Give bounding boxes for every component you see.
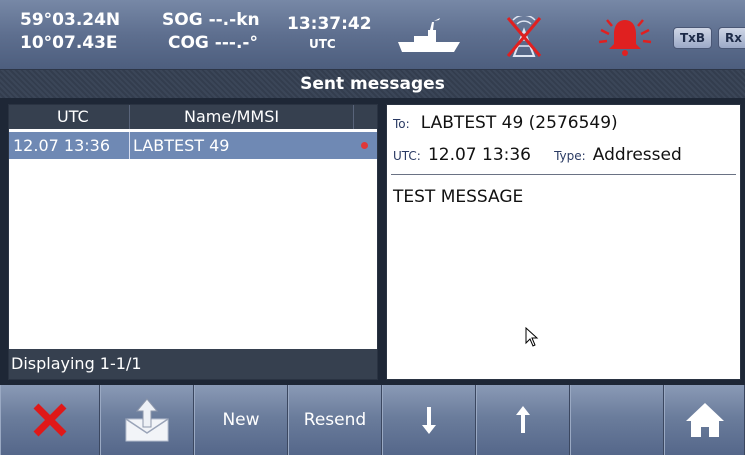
scroll-up-button[interactable] [476, 385, 570, 455]
detail-divider [391, 174, 736, 175]
type-value: Addressed [592, 145, 682, 165]
utc-line: UTC: 12.07 13:36 Type: Addressed [393, 145, 682, 165]
column-header-utc[interactable]: UTC [57, 107, 89, 126]
cog-readout: COG ---.-° [168, 33, 258, 53]
home-icon [685, 403, 724, 437]
outbox-button[interactable] [100, 385, 194, 455]
message-list: UTC Name/MMSI 12.07 13:36 LABTEST 49 Dis… [8, 104, 378, 380]
sog-readout: SOG --.-kn [162, 10, 260, 30]
message-body: TEST MESSAGE [393, 187, 524, 207]
bottom-toolbar: New Resend [0, 385, 745, 455]
to-value: LABTEST 49 (2576549) [420, 113, 618, 133]
message-detail: To: LABTEST 49 (2576549) UTC: 12.07 13:3… [386, 104, 741, 380]
utc-label: UTC: [393, 149, 421, 163]
delete-x-icon [33, 403, 67, 437]
status-bar: 59°03.24N 10°07.43E SOG --.-kn COG ---.-… [0, 0, 745, 70]
rx-indicator: Rx [718, 27, 745, 49]
mouse-cursor-icon [525, 327, 539, 347]
clock-timezone: UTC [309, 37, 336, 51]
ship-icon [398, 18, 460, 52]
empty-toolbar-slot [570, 385, 664, 455]
arrow-down-icon [422, 407, 436, 434]
row-utc: 12.07 13:36 [13, 136, 110, 155]
to-label: To: [393, 117, 410, 131]
list-footer: Displaying 1-1/1 [9, 349, 377, 379]
utc-value: 12.07 13:36 [427, 145, 531, 165]
new-button[interactable]: New [194, 385, 288, 455]
list-header: UTC Name/MMSI [9, 105, 377, 129]
resend-button[interactable]: Resend [288, 385, 382, 455]
latitude-readout: 59°03.24N [20, 10, 121, 30]
arrow-up-icon [516, 406, 530, 433]
scroll-down-button[interactable] [382, 385, 476, 455]
alarm-bell-icon [598, 19, 652, 56]
row-name: LABTEST 49 [133, 136, 230, 155]
column-header-name[interactable]: Name/MMSI [184, 107, 279, 126]
tx-indicator: TxB [673, 27, 713, 49]
column-divider [129, 105, 130, 129]
column-divider [353, 105, 354, 129]
to-line: To: LABTEST 49 (2576549) [393, 113, 618, 133]
table-row[interactable]: 12.07 13:36 LABTEST 49 [9, 132, 377, 159]
outbox-icon [125, 398, 169, 442]
home-button[interactable] [664, 385, 745, 455]
antenna-off-icon [506, 16, 542, 57]
delete-button[interactable] [0, 385, 100, 455]
page-title: Sent messages [0, 70, 745, 98]
longitude-readout: 10°07.43E [20, 33, 118, 53]
row-divider [129, 132, 130, 159]
status-dot-icon [361, 142, 368, 149]
clock-time: 13:37:42 [287, 14, 372, 34]
type-label: Type: [554, 149, 586, 163]
